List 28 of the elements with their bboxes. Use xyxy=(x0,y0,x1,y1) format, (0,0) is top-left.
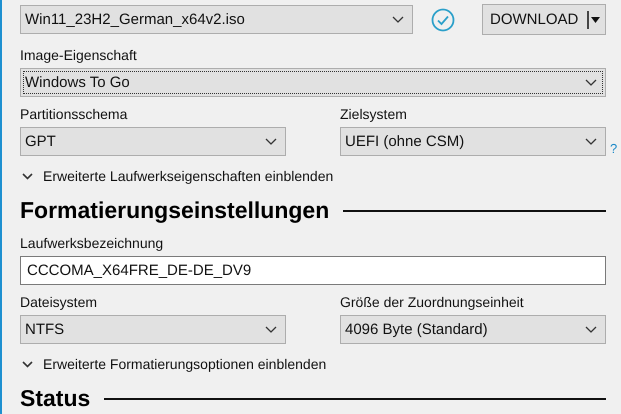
dropdown[interactable]: UEFI (ohne CSM) xyxy=(340,127,606,156)
expander-toggle[interactable]: Erweiterte Formatierungsoptionen einblenden xyxy=(22,356,326,372)
check-circle-icon xyxy=(431,8,455,32)
dropdown[interactable]: Windows To Go xyxy=(20,68,606,97)
chevron-icon xyxy=(22,172,33,180)
expander-toggle[interactable]: Erweiterte Laufwerkseigenschaften einblenden xyxy=(22,168,334,184)
section-heading: Formatierungseinstellungen xyxy=(20,197,330,224)
chevron-icon xyxy=(585,138,597,146)
dropdown[interactable]: GPT xyxy=(20,127,286,156)
download-button[interactable]: DOWNLOAD xyxy=(482,4,606,35)
field-label: Laufwerksbezeichnung xyxy=(20,235,164,252)
chevron-icon xyxy=(22,360,33,368)
field-label: Partitionsschema xyxy=(20,106,128,123)
input-field[interactable]: CCCOMA_X64FRE_DE-DE_DV9 xyxy=(20,256,606,285)
chevron-icon xyxy=(265,138,277,146)
field-label: Zielsystem xyxy=(340,106,408,123)
dropdown[interactable]: 4096 Byte (Standard) xyxy=(340,315,606,344)
chevron-icon xyxy=(392,16,404,24)
field-label: Größe der Zuordnungseinheit xyxy=(340,294,525,311)
split-caret-icon xyxy=(587,8,601,30)
field-label: Dateisystem xyxy=(20,294,98,311)
dropdown[interactable]: NTFS xyxy=(20,315,286,344)
dropdown[interactable]: Win11_23H2_German_x64v2.iso xyxy=(20,5,413,34)
chevron-icon xyxy=(265,326,277,334)
chevron-icon xyxy=(585,78,597,86)
field-label: Image-Eigenschaft xyxy=(20,47,138,64)
chevron-icon xyxy=(585,326,597,334)
section-heading: Status xyxy=(20,385,90,412)
